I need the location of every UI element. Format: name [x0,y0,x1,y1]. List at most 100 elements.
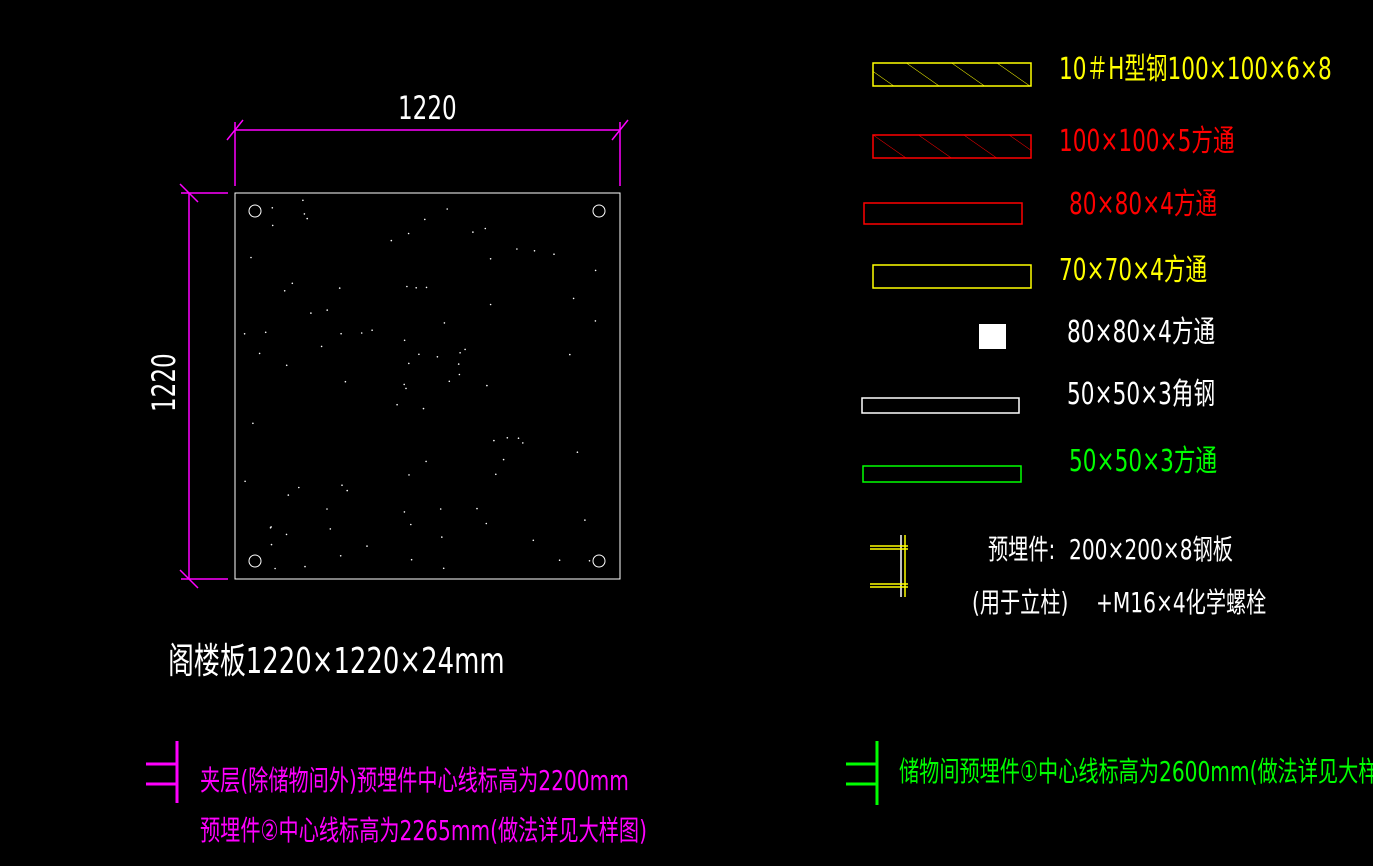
dimension-horizontal [226,119,629,186]
plate-dot [291,282,294,285]
bolt-hole-bottom-left [248,554,262,568]
plate-dot [269,527,272,529]
plate-dot [403,511,406,513]
plate-dot [304,565,306,568]
embed-usage: (用于立柱) [972,586,1069,619]
embed-spec: 200×200×8钢板 [1069,533,1233,566]
dimension-width-label: 1220 [398,89,457,127]
plate-dot [485,522,488,525]
legend-label-tube-100: 100×100×5方通 [1059,124,1235,159]
plate-dot [418,353,420,356]
plate-dot [493,439,495,442]
plate-dot [287,494,290,496]
plate-dot [274,567,276,570]
plate-dot [489,303,492,306]
plate-dot [306,217,309,220]
plate-dot [442,567,445,570]
plate-dot [250,256,252,259]
plate-dot [484,227,487,230]
plate-dot [443,322,446,324]
elevation-symbol-magenta [146,741,179,803]
plate-dot [464,348,466,351]
plate-dot [594,320,597,322]
plate-dot [422,407,425,410]
swatch-tube-50 [862,465,1022,483]
legend-label-tube-80-red: 80×80×4方通 [1069,187,1218,222]
swatch-h-beam [872,62,1032,87]
plate-dot [558,559,561,561]
plate-dot [405,387,407,390]
plate-dot [489,258,492,260]
plate-dot [486,384,488,387]
swatch-tube-70 [872,264,1032,289]
swatch-tube-80-white [979,324,1006,349]
plate-dot [298,486,300,489]
plate-dot [458,373,461,376]
plate-dot [271,224,274,227]
plate-dot [424,218,426,221]
note-green-line: 储物间预埋件①中心线标高为2600mm(做法详见大样图) [899,755,1373,788]
plate-dot [408,362,410,365]
legend-label-tube-70: 70×70×4方通 [1059,253,1208,288]
plate-dot [303,213,306,215]
bolt-hole-top-left [248,204,262,218]
plate-dot [594,269,597,272]
floor-plate [234,192,621,580]
plate-dot [553,253,555,255]
plate-dot [340,332,342,335]
elevation-symbol-green [846,741,879,805]
embed-bolts: +M16×4化学螺栓 [1096,586,1267,619]
dimension-vertical [179,183,228,589]
plate-dot [252,422,254,425]
plate-dot [283,290,286,292]
plate-dot [326,309,329,311]
plate-dot [338,287,341,289]
legend-label-tube-80-white: 80×80×4方通 [1067,315,1216,350]
plate-dot [244,480,246,483]
plate-dot [339,555,342,557]
plate-dot [476,507,478,510]
plate-dot [532,539,535,542]
plate-dot [439,508,442,510]
dimension-height-label: 1220 [145,353,183,412]
plate-dot [403,339,406,342]
plate-dot [459,352,461,354]
plate-dot [243,333,246,335]
embed-title: 预埋件: [988,533,1056,566]
plate-dot [408,474,410,476]
plate-dot [271,207,274,209]
plate-dot [588,560,591,562]
bolt-hole-top-right [592,204,606,218]
plate-dot [441,536,443,538]
legend-label-tube-50: 50×50×3方通 [1069,444,1218,479]
plate-dot [396,403,398,406]
swatch-tube-80-red [863,202,1023,225]
plate-dot [576,451,579,454]
plate-dot [506,437,509,439]
plate-dot [410,558,413,561]
plate-dot [572,297,575,300]
plate-dot [403,383,406,386]
plate-dot [390,239,393,242]
plate-dot [360,332,363,334]
plate-dot [533,250,536,252]
plate-dot [344,380,347,383]
plate-dot [326,508,328,510]
plate-dot [584,519,586,521]
plate-title: 阁楼板1220×1220×24mm [168,641,505,682]
plate-dot [457,363,460,365]
plate-dot [270,543,273,546]
plate-dot [472,231,474,233]
plate-dot [285,364,288,367]
embed-part-symbol [870,535,908,597]
plate-dot [522,442,524,444]
swatch-tube-100 [872,134,1032,159]
plate-dot [502,458,505,461]
plate-dot [258,352,261,355]
legend-label-angle-50: 50×50×3角钢 [1067,377,1216,412]
plate-dot [517,437,520,440]
plate-dot [371,329,373,332]
legend-label-h-beam: 10＃H型钢100×100×6×8 [1059,52,1332,87]
bolt-hole-bottom-right [592,554,606,568]
note-magenta-line2: 预埋件②中心线标高为2265mm(做法详见大样图) [200,814,647,847]
